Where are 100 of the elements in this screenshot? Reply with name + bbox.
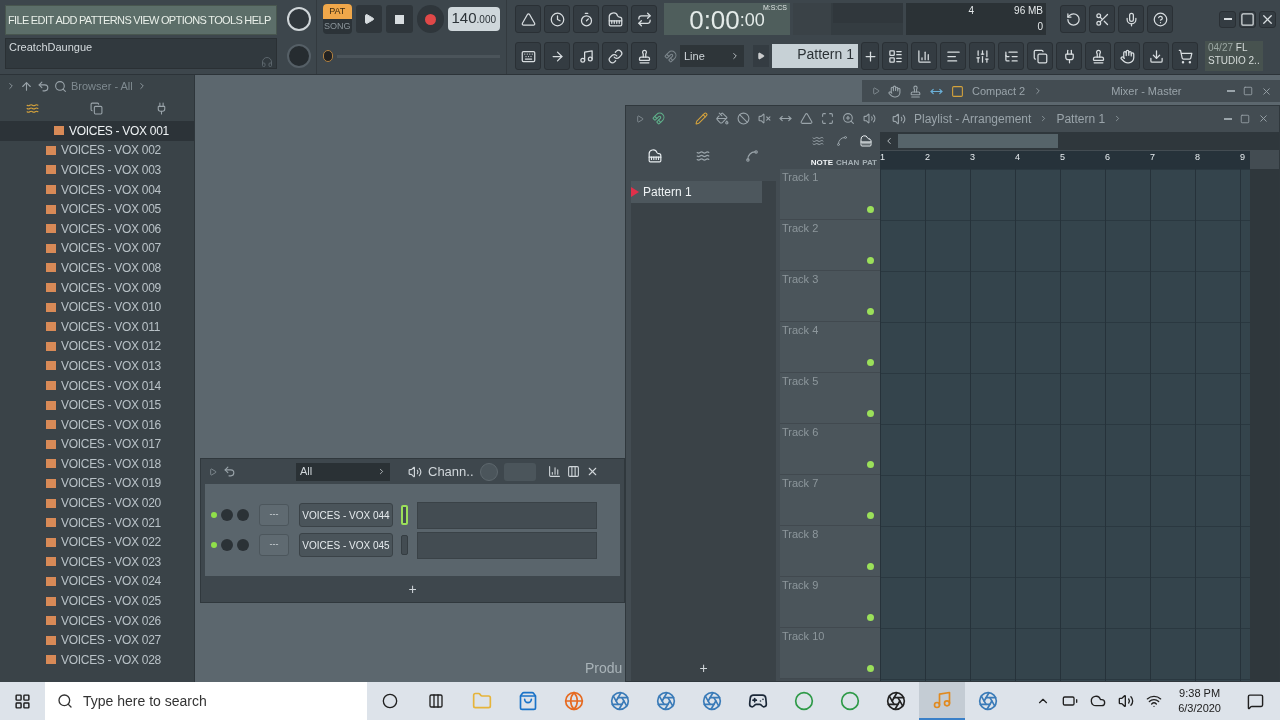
browser-item[interactable]: VOICES - VOX 012 xyxy=(0,336,194,357)
steps-icon[interactable] xyxy=(566,465,580,478)
piano-roll-button[interactable] xyxy=(911,42,937,70)
pan-knob[interactable] xyxy=(237,509,249,521)
cloud-icon[interactable] xyxy=(1090,693,1107,709)
tempo-tapper-button[interactable] xyxy=(1085,42,1111,70)
chevron-icon[interactable] xyxy=(6,81,16,91)
track-led[interactable] xyxy=(867,410,874,417)
master-volume-knob[interactable] xyxy=(287,6,311,31)
track-led[interactable] xyxy=(867,308,874,315)
mode-toggle[interactable]: PAT xyxy=(323,4,352,19)
play-icon[interactable] xyxy=(872,87,880,95)
magnet-icon[interactable] xyxy=(652,112,665,125)
close-icon[interactable] xyxy=(1258,113,1269,124)
track-led[interactable] xyxy=(867,206,874,213)
menu-item[interactable]: VIEW xyxy=(133,11,159,29)
menu-item[interactable]: EDIT xyxy=(30,11,54,29)
arrow-up-icon[interactable] xyxy=(20,79,33,93)
automation-icon[interactable] xyxy=(836,135,848,147)
browser-item[interactable]: VOICES - VOX 001 xyxy=(0,121,194,141)
browser-item[interactable]: VOICES - VOX 005 xyxy=(0,199,194,219)
menu-item[interactable]: PATTERNS xyxy=(78,11,132,29)
playlist-button[interactable] xyxy=(882,42,908,70)
menu-item[interactable]: TOOLS xyxy=(208,11,243,29)
speaker-icon[interactable] xyxy=(892,111,906,126)
cortana-icon[interactable] xyxy=(382,693,398,709)
snap-dropdown[interactable]: Line xyxy=(680,45,744,67)
volume-knob[interactable] xyxy=(221,539,233,551)
play-button[interactable] xyxy=(355,5,383,33)
waveform-icon[interactable] xyxy=(696,149,711,163)
notification-icon[interactable] xyxy=(1247,692,1264,710)
add-pattern-button[interactable]: + xyxy=(699,658,708,679)
task-view-icon[interactable] xyxy=(428,693,444,709)
record-audio-button[interactable] xyxy=(1118,5,1144,33)
mode-toggle[interactable]: SONG xyxy=(323,19,352,34)
pattern-picker-item[interactable]: Pattern 1 xyxy=(631,181,762,203)
pattern-selector[interactable]: Pattern 1 xyxy=(772,44,858,68)
play-icon[interactable] xyxy=(209,467,217,476)
browser-button[interactable] xyxy=(998,42,1024,70)
metronome-button[interactable] xyxy=(515,5,541,33)
pencil-icon[interactable] xyxy=(695,112,708,125)
paint-icon[interactable] xyxy=(716,112,729,125)
mixer-route-button[interactable]: --- xyxy=(259,504,289,526)
track-led[interactable] xyxy=(867,512,874,519)
browser-item[interactable]: VOICES - VOX 004 xyxy=(0,179,194,200)
play-icon[interactable] xyxy=(636,114,644,123)
speaker-icon[interactable] xyxy=(408,464,422,479)
touch-button[interactable] xyxy=(1114,42,1140,70)
maximize-icon[interactable] xyxy=(1243,86,1253,96)
browser-item[interactable]: VOICES - VOX 007 xyxy=(0,238,194,259)
browser-item[interactable]: VOICES - VOX 006 xyxy=(0,218,194,239)
playlist-pattern[interactable]: Pattern 1 xyxy=(1056,109,1106,128)
channel-button[interactable]: VOICES - VOX 045 xyxy=(299,533,393,557)
volume-knob[interactable] xyxy=(221,509,233,521)
browser-item[interactable]: VOICES - VOX 010 xyxy=(0,297,194,317)
pages-icon[interactable] xyxy=(90,101,104,115)
track-led[interactable] xyxy=(867,563,874,570)
battery-icon[interactable] xyxy=(1062,693,1079,709)
vertical-scrollbar[interactable] xyxy=(1250,169,1279,681)
zoom-icon[interactable] xyxy=(842,112,855,125)
browser-item[interactable]: VOICES - VOX 018 xyxy=(0,454,194,474)
help-button[interactable] xyxy=(1147,5,1173,33)
master-pitch-knob[interactable] xyxy=(287,43,311,68)
wifi-icon[interactable] xyxy=(1146,693,1163,709)
magnet-icon[interactable] xyxy=(664,49,677,63)
browser-item[interactable]: VOICES - VOX 019 xyxy=(0,473,194,494)
search-icon[interactable] xyxy=(54,79,67,93)
waveform-icon[interactable] xyxy=(812,135,824,147)
undo-icon[interactable] xyxy=(37,79,50,93)
track-led[interactable] xyxy=(867,665,874,672)
mixer-route-button[interactable]: --- xyxy=(259,534,289,556)
browser-item[interactable]: VOICES - VOX 011 xyxy=(0,316,194,337)
browser-item[interactable]: VOICES - VOX 016 xyxy=(0,414,194,435)
horizontal-scrollbar[interactable] xyxy=(880,132,1279,150)
pan-knob[interactable] xyxy=(237,539,249,551)
panel-icon[interactable] xyxy=(951,84,964,98)
browser-item[interactable]: VOICES - VOX 024 xyxy=(0,571,194,592)
timeline-ruler[interactable]: 1 2 3 4 5 6 7 8 9 xyxy=(880,151,1250,169)
track-led[interactable] xyxy=(867,614,874,621)
menu-item[interactable]: FILE xyxy=(8,11,29,29)
menu-item[interactable]: OPTIONS xyxy=(160,11,207,29)
browser-item[interactable]: VOICES - VOX 002 xyxy=(0,140,194,161)
browser-item[interactable]: VOICES - VOX 015 xyxy=(0,395,194,415)
channel-rack-button[interactable] xyxy=(940,42,966,70)
browser-item[interactable]: VOICES - VOX 017 xyxy=(0,434,194,455)
mute-led[interactable] xyxy=(211,542,217,548)
volume-icon[interactable] xyxy=(1118,693,1135,709)
ban-icon[interactable] xyxy=(737,112,750,125)
track-led[interactable] xyxy=(867,359,874,366)
shop-button[interactable] xyxy=(1172,42,1198,70)
browser-item[interactable]: VOICES - VOX 003 xyxy=(0,160,194,180)
close-button[interactable] xyxy=(1259,10,1276,28)
plugin-button[interactable] xyxy=(1056,42,1082,70)
piano-icon[interactable] xyxy=(648,149,663,163)
menu-item[interactable]: HELP xyxy=(244,11,271,29)
hand-icon[interactable] xyxy=(888,84,901,98)
browser-item[interactable]: VOICES - VOX 026 xyxy=(0,610,194,631)
mixer-layout[interactable]: Compact 2 xyxy=(972,82,1026,100)
step-button[interactable] xyxy=(544,42,570,70)
taskbar-search-field[interactable]: Type here to search xyxy=(45,682,367,720)
